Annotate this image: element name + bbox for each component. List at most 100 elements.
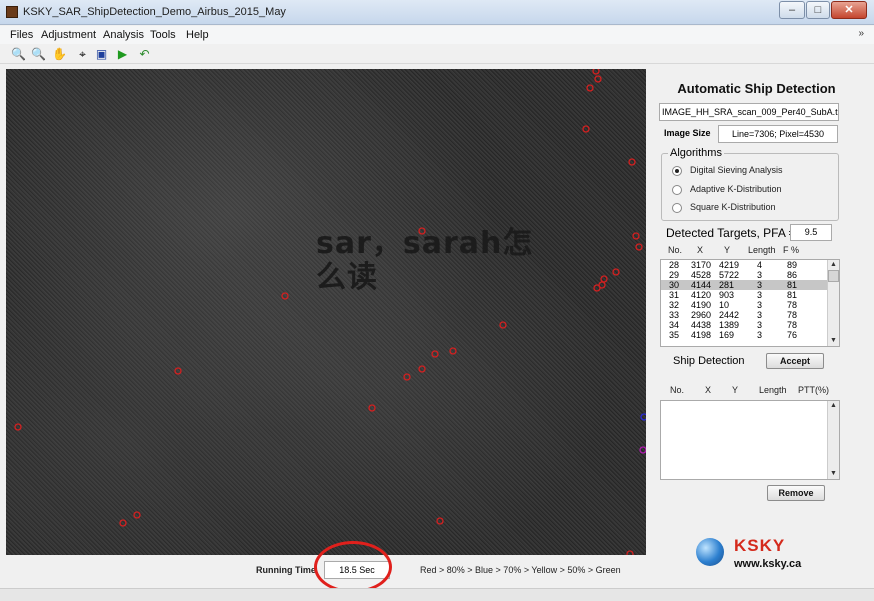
target-marker[interactable] <box>600 275 608 283</box>
algorithms-group: Algorithms Digital Sieving Analysis Adap… <box>661 147 839 221</box>
radio-adaptive-k[interactable]: Adaptive K-Distribution <box>672 184 782 195</box>
target-cell: 4190 <box>691 300 712 310</box>
target-row[interactable]: 31 4120 903 3 81 <box>661 290 839 300</box>
toolbar: 🔍 🔍 ✋ ⌖ ▣ ▶ ↶ <box>0 44 874 64</box>
targets-scrollbar[interactable]: ▲ ▼ <box>827 260 839 346</box>
target-marker[interactable] <box>594 75 602 83</box>
target-marker[interactable] <box>14 423 22 431</box>
radio-icon <box>672 202 682 213</box>
target-marker[interactable] <box>628 158 636 166</box>
run-icon[interactable]: ▶ <box>114 46 131 62</box>
target-marker[interactable] <box>403 373 411 381</box>
menu-tools[interactable]: Tools <box>150 29 176 41</box>
scroll-up-icon[interactable]: ▲ <box>828 260 839 270</box>
target-marker[interactable] <box>582 125 590 133</box>
col-length: Length <box>748 245 776 255</box>
target-row[interactable]: 30 4144 281 3 81 <box>661 280 839 290</box>
accept-button[interactable]: Accept <box>766 353 824 369</box>
target-marker[interactable] <box>119 519 127 527</box>
menu-overflow-icon[interactable]: » <box>858 28 864 39</box>
target-row[interactable]: 33 2960 2442 3 78 <box>661 310 839 320</box>
target-cell: 3 <box>757 310 763 320</box>
image-size-field: Line=7306; Pixel=4530 <box>718 125 838 143</box>
col-y: Y <box>724 245 731 255</box>
target-marker[interactable] <box>632 232 640 240</box>
target-cell: 4438 <box>691 320 712 330</box>
scroll-up-icon[interactable]: ▲ <box>828 401 839 411</box>
ship-col-y: Y <box>732 385 739 395</box>
file-name-field[interactable]: IMAGE_HH_SRA_scan_009_Per40_SubA.tif <box>659 103 839 121</box>
targets-list[interactable]: 28 3170 4219 4 89 29 4528 5722 3 86 30 4144 281 3 81 31… <box>660 259 840 347</box>
target-marker[interactable] <box>281 292 289 300</box>
target-marker[interactable] <box>174 367 182 375</box>
menu-help[interactable]: Help <box>186 29 209 41</box>
scroll-down-icon[interactable]: ▼ <box>828 336 839 346</box>
target-marker[interactable] <box>635 243 643 251</box>
target-marker[interactable] <box>436 517 444 525</box>
target-markers <box>14 69 646 555</box>
target-cell: 4144 <box>691 280 712 290</box>
target-marker[interactable] <box>640 413 646 421</box>
target-cell: 33 <box>669 310 680 320</box>
target-cell: 81 <box>787 290 798 300</box>
maximize-button[interactable]: □ <box>806 1 830 19</box>
zoom-in-icon[interactable]: 🔍 <box>10 46 27 62</box>
sar-image-view[interactable]: sar，sarah怎 么读 <box>6 69 646 555</box>
ksky-url: www.ksky.ca <box>734 558 802 570</box>
target-marker[interactable] <box>626 550 634 555</box>
ship-col-no: No. <box>670 385 685 395</box>
remove-button[interactable]: Remove <box>767 485 825 501</box>
target-marker[interactable] <box>586 84 594 92</box>
target-cell: 903 <box>719 290 735 300</box>
target-cell: 28 <box>669 260 680 270</box>
target-marker[interactable] <box>431 350 439 358</box>
minimize-button[interactable]: – <box>779 1 805 19</box>
pfa-field[interactable]: 9.5 <box>790 224 832 241</box>
data-cursor-icon[interactable]: ⌖ <box>74 46 91 62</box>
ships-list[interactable]: ▲ ▼ <box>660 400 840 480</box>
ships-scrollbar[interactable]: ▲ ▼ <box>827 401 839 479</box>
status-bar <box>0 588 874 601</box>
target-row[interactable]: 29 4528 5722 3 86 <box>661 270 839 280</box>
ship-col-ptt: PTT(%) <box>798 385 829 395</box>
target-marker[interactable] <box>612 268 620 276</box>
target-cell: 10 <box>719 300 730 310</box>
running-time-label: Running Time <box>256 565 316 575</box>
target-marker[interactable] <box>133 511 141 519</box>
target-marker[interactable] <box>592 69 600 75</box>
target-cell: 3 <box>757 280 763 290</box>
menu-adjustment[interactable]: Adjustment <box>41 29 96 41</box>
target-cell: 3 <box>757 320 763 330</box>
target-cell: 169 <box>719 330 735 340</box>
select-box-icon[interactable]: ▣ <box>93 46 110 62</box>
pan-hand-icon[interactable]: ✋ <box>51 46 68 62</box>
globe-icon <box>696 538 724 566</box>
target-marker[interactable] <box>449 347 457 355</box>
menu-files[interactable]: Files <box>10 29 33 41</box>
target-marker[interactable] <box>593 284 601 292</box>
scroll-thumb[interactable] <box>828 270 839 282</box>
target-marker[interactable] <box>418 365 426 373</box>
target-cell: 34 <box>669 320 680 330</box>
close-button[interactable]: ✕ <box>831 1 867 19</box>
target-cell: 29 <box>669 270 680 280</box>
target-cell: 5722 <box>719 270 740 280</box>
radio-digital-sieving[interactable]: Digital Sieving Analysis <box>672 165 783 176</box>
target-row[interactable]: 35 4198 169 3 76 <box>661 330 839 340</box>
scroll-down-icon[interactable]: ▼ <box>828 469 839 479</box>
target-marker[interactable] <box>639 446 646 454</box>
undo-icon[interactable]: ↶ <box>136 46 153 62</box>
radio-label: Adaptive K-Distribution <box>690 184 782 194</box>
target-row[interactable]: 28 3170 4219 4 89 <box>661 260 839 270</box>
highlight-circle-annotation <box>314 541 392 593</box>
target-cell: 81 <box>787 280 798 290</box>
menu-analysis[interactable]: Analysis <box>103 29 144 41</box>
zoom-out-icon[interactable]: 🔍 <box>30 46 47 62</box>
target-marker[interactable] <box>368 404 376 412</box>
image-size-label: Image Size <box>664 128 711 138</box>
target-marker[interactable] <box>499 321 507 329</box>
radio-square-k[interactable]: Square K-Distribution <box>672 202 776 213</box>
target-row[interactable]: 32 4190 10 3 78 <box>661 300 839 310</box>
target-row[interactable]: 34 4438 1389 3 78 <box>661 320 839 330</box>
radio-label: Square K-Distribution <box>690 202 776 212</box>
